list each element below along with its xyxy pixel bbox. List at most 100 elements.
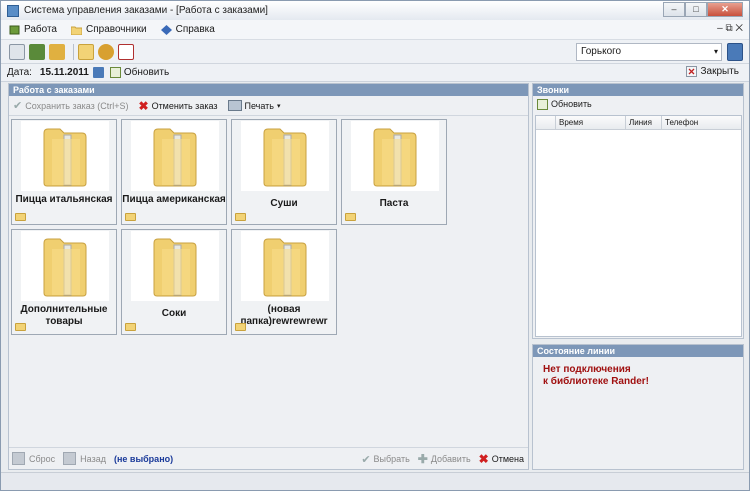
category-label: Соки (161, 308, 187, 319)
store-select[interactable]: Горького ▾ (576, 43, 722, 61)
choose-button[interactable]: ✔ Выбрать (361, 453, 409, 466)
menu-references-label: Справочники (86, 24, 147, 35)
cross-icon: ✖ (478, 452, 489, 466)
calls-toolbar: Обновить (533, 96, 743, 112)
minimize-button[interactable]: – (663, 2, 685, 17)
work-icon (9, 25, 20, 34)
folder-icon (71, 26, 82, 35)
menu-work-label: Работа (24, 24, 57, 35)
app-window: Система управления заказами - [Работа с … (0, 0, 750, 491)
category-label: Пицца американская (122, 194, 226, 205)
pencil-icon[interactable] (49, 43, 65, 60)
maximize-button[interactable]: □ (685, 2, 707, 17)
line-status-line2: к библиотеке Rander! (543, 376, 649, 387)
category-label: (новая папка)rewrewrewr (240, 304, 328, 327)
folder-icon (43, 128, 87, 187)
category-tile[interactable]: Паста (341, 119, 447, 225)
date-label: Дата: (7, 67, 32, 78)
category-label: Дополнительные товары (20, 304, 108, 327)
line-status-panel: Состояние линии Нет подключения к библио… (532, 344, 744, 470)
category-tile[interactable]: Суши (231, 119, 337, 225)
add-button[interactable]: ✚ Добавить (418, 452, 471, 466)
document-icon[interactable] (9, 43, 25, 60)
category-label: Суши (270, 198, 298, 209)
line-status-header: Состояние линии (533, 345, 743, 357)
menu-bar: Работа Справочники Справка – ⧉ ✕ (1, 20, 749, 40)
category-tile[interactable]: Пицца итальянская (11, 119, 117, 225)
back-label: Назад (80, 453, 106, 464)
cancel-order-button[interactable]: ✖ Отменить заказ (139, 99, 218, 113)
orders-toolbar: ✔ Сохранить заказ (Ctrl+S) ✖ Отменить за… (9, 96, 528, 116)
category-tile[interactable]: Дополнительные товары (11, 229, 117, 335)
gears-icon[interactable] (98, 43, 114, 60)
selection-status: (не выбрано) (113, 453, 174, 464)
folder-icon (153, 238, 197, 297)
toolbar-divider (73, 43, 74, 60)
status-bar (1, 472, 749, 490)
folder-icon (373, 128, 417, 187)
column-header[interactable]: Время (556, 116, 626, 129)
menu-references[interactable]: Справочники (71, 24, 147, 35)
close-button[interactable]: ✕ (707, 2, 743, 17)
print-button[interactable]: Печать ▾ (227, 100, 281, 111)
menu-work[interactable]: Работа (9, 24, 57, 35)
chevron-down-icon: ▾ (276, 102, 281, 110)
left-arrow-icon (63, 452, 77, 465)
category-tile[interactable]: Соки (121, 229, 227, 335)
refresh-icon[interactable] (109, 67, 121, 78)
title-bar: Система управления заказами - [Работа с … (1, 1, 749, 20)
plus-icon: ✚ (417, 452, 428, 466)
folder-icon (263, 128, 307, 187)
mdi-controls[interactable]: – ⧉ ✕ (717, 23, 743, 34)
checklist-icon[interactable] (118, 43, 134, 60)
small-folder-icon (235, 213, 246, 221)
reset-button[interactable]: Сброс (12, 452, 55, 465)
category-tile[interactable]: Пицца американская (121, 119, 227, 225)
small-folder-icon (125, 213, 136, 221)
reset-label: Сброс (29, 453, 56, 464)
category-tile[interactable]: (новая папка)rewrewrewr (231, 229, 337, 335)
save-order-button[interactable]: ✔ Сохранить заказ (Ctrl+S) (13, 99, 129, 112)
help-icon (160, 24, 172, 35)
save-order-label: Сохранить заказ (Ctrl+S) (25, 100, 129, 111)
folder-icon (263, 238, 307, 297)
column-header[interactable]: Линия (626, 116, 662, 129)
books-icon[interactable] (29, 43, 45, 60)
add-label: Добавить (430, 454, 471, 464)
category-label: Паста (379, 198, 409, 209)
cancel-button[interactable]: ✖ Отмена (479, 452, 524, 466)
category-label: Пицца итальянская (15, 194, 113, 205)
line-status-line1: Нет подключения (543, 364, 631, 375)
small-folder-icon (15, 213, 26, 221)
calls-refresh-button[interactable]: Обновить (551, 99, 592, 109)
calls-table[interactable]: Время Линия Телефон (535, 115, 742, 337)
check-icon: ✔ (13, 100, 23, 112)
open-folder-icon[interactable] (78, 43, 94, 60)
date-value[interactable]: 15.11.2011 (40, 67, 89, 78)
calls-table-header: Время Линия Телефон (536, 116, 741, 130)
date-bar: Дата: 15.11.2011 Обновить (1, 64, 749, 82)
printer-icon (227, 100, 242, 111)
menu-help-label: Справка (175, 24, 215, 35)
choose-label: Выбрать (373, 454, 410, 464)
line-status-message: Нет подключения к библиотеке Rander! (543, 364, 649, 388)
double-left-icon (12, 452, 25, 465)
small-folder-icon (235, 323, 246, 331)
chevron-down-icon: ▾ (713, 47, 718, 56)
close-tab-button[interactable]: Закрыть (686, 66, 739, 77)
book-icon[interactable] (727, 43, 743, 61)
cancel-order-label: Отменить заказ (151, 100, 218, 111)
refresh-date-button[interactable]: Обновить (124, 67, 169, 78)
column-header[interactable]: Телефон (662, 116, 741, 129)
cross-icon: ✖ (138, 98, 149, 113)
row-indicator-header (536, 116, 556, 129)
menu-help[interactable]: Справка (160, 24, 215, 35)
window-title: Система управления заказами - [Работа с … (24, 5, 268, 16)
refresh-icon[interactable] (537, 98, 548, 110)
back-button[interactable]: Назад (63, 452, 106, 465)
small-folder-icon (345, 213, 356, 221)
check-icon: ✔ (361, 453, 371, 466)
store-select-value: Горького (581, 46, 622, 57)
close-doc-icon (686, 66, 698, 77)
calendar-dropdown-icon[interactable] (92, 67, 104, 78)
